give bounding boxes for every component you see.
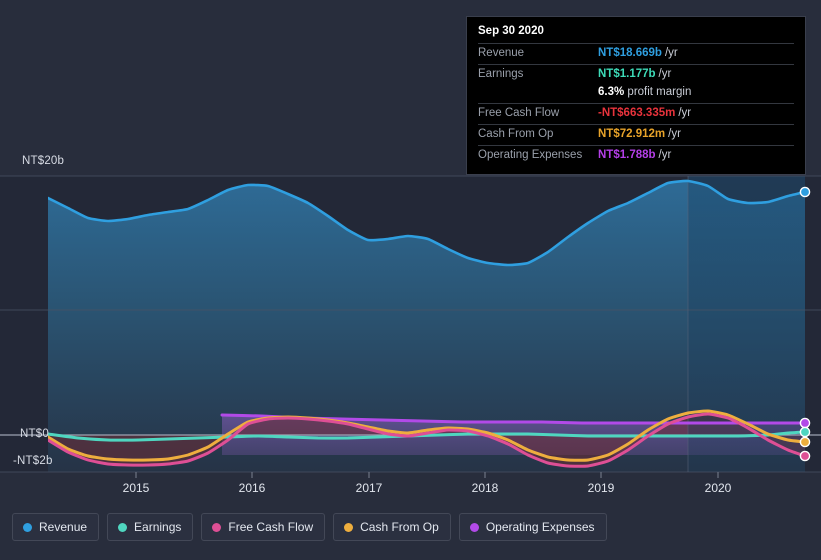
x-axis-tick-2018: 2018: [471, 481, 499, 495]
data-tooltip: Sep 30 2020 Revenue NT$18.669b/yr Earnin…: [466, 16, 806, 175]
legend-dot-icon: [212, 522, 222, 532]
legend-dot-icon: [23, 522, 32, 532]
legend-dot-icon: [344, 522, 354, 532]
legend-item-revenue[interactable]: Revenue: [12, 513, 100, 541]
tooltip-value-operating-expenses: NT$1.788b: [598, 149, 656, 161]
x-axis-tick-2016: 2016: [238, 481, 266, 495]
tooltip-unit-revenue: /yr: [664, 47, 678, 59]
tooltip-unit-operating-expenses: /yr: [658, 149, 672, 161]
chart-legend: Revenue Earnings Free Cash Flow Cash From O…: [12, 513, 607, 541]
chart-page: NT$20b NT$0 -NT$2b 2015 2016 2017 2018 2019 2…: [0, 0, 821, 560]
y-axis-label-negative: -NT$2b: [13, 455, 53, 467]
tooltip-key-revenue: Revenue: [478, 47, 525, 59]
tooltip-row-operating-expenses: Operating Expenses NT$1.788b/yr: [478, 145, 794, 166]
x-axis-tick-2020: 2020: [704, 481, 732, 495]
tooltip-unit-cash-from-op: /yr: [668, 128, 681, 140]
x-axis-tick-2015: 2015: [122, 481, 150, 495]
legend-item-free-cash-flow[interactable]: Free Cash Flow: [201, 513, 326, 541]
tooltip-row-revenue: Revenue NT$18.669b/yr: [478, 43, 794, 64]
x-axis-ticks: [135, 472, 719, 478]
tooltip-key-free-cash-flow: Free Cash Flow: [478, 107, 560, 119]
tooltip-value-cash-from-op: NT$72.912m: [598, 128, 666, 140]
tooltip-unit-earnings: /yr: [658, 68, 672, 80]
legend-item-cash-from-op[interactable]: Cash From Op: [333, 513, 451, 541]
x-axis-tick-2019: 2019: [587, 481, 615, 495]
tooltip-value-earnings: NT$1.177b: [598, 68, 656, 80]
legend-dot-icon: [118, 522, 128, 532]
x-axis-tick-2017: 2017: [355, 481, 383, 495]
tooltip-row-earnings: Earnings NT$1.177b/yr: [478, 64, 794, 85]
tooltip-unit-free-cash-flow: /yr: [678, 107, 692, 119]
legend-label: Operating Expenses: [485, 520, 595, 534]
tooltip-row-profit-margin: 6.3% profit margin: [478, 85, 794, 103]
tooltip-date: Sep 30 2020: [478, 25, 544, 37]
tooltip-value-free-cash-flow: -NT$663.335m: [598, 107, 676, 119]
profit-margin-value: 6.3%: [598, 86, 625, 98]
y-axis-label-zero: NT$0: [20, 428, 49, 440]
tooltip-key-earnings: Earnings: [478, 68, 524, 80]
tooltip-value-revenue: NT$18.669b: [598, 47, 662, 59]
profit-margin-label: profit margin: [627, 86, 692, 98]
tooltip-row-cash-from-op: Cash From Op NT$72.912m/yr: [478, 124, 794, 145]
y-axis-label-top: NT$20b: [22, 155, 65, 167]
legend-label: Revenue: [39, 520, 88, 534]
tooltip-key-operating-expenses: Operating Expenses: [478, 149, 583, 161]
legend-label: Cash From Op: [360, 520, 439, 534]
legend-label: Free Cash Flow: [228, 520, 314, 534]
legend-item-earnings[interactable]: Earnings: [107, 513, 194, 541]
tooltip-row-free-cash-flow: Free Cash Flow -NT$663.335m/yr: [478, 103, 794, 124]
legend-item-operating-expenses[interactable]: Operating Expenses: [458, 513, 607, 541]
tooltip-key-cash-from-op: Cash From Op: [478, 128, 554, 140]
legend-dot-icon: [469, 522, 479, 532]
legend-label: Earnings: [134, 520, 182, 534]
